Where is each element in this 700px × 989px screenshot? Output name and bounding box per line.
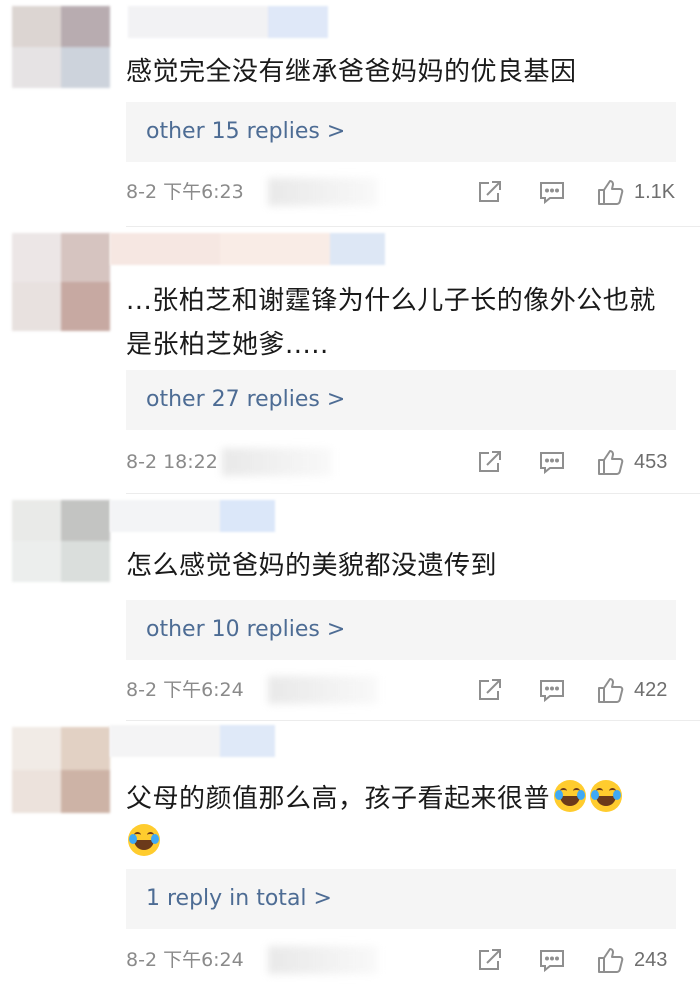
comment-meta: 8-2 下午6:24 243 [126, 940, 700, 980]
reply-button[interactable] [538, 940, 566, 980]
comment-time: 8-2 下午6:24 [126, 679, 244, 701]
view-replies-link[interactable]: other 15 replies > [126, 102, 676, 162]
username[interactable] [110, 500, 275, 532]
blurred-region [268, 676, 378, 704]
like-button[interactable]: 1.1K [596, 172, 675, 212]
face-with-tears-of-joy-emoji [554, 780, 587, 812]
comment-item: 怎么感觉爸妈的美貌都没遗传到 other 10 replies > 8-2 下午… [0, 494, 700, 720]
avatar[interactable] [12, 233, 110, 331]
comment-icon [540, 680, 564, 703]
comment-text: 怎么感觉爸妈的美貌都没遗传到 [126, 551, 498, 581]
blurred-region [268, 178, 378, 206]
username[interactable] [110, 233, 385, 265]
avatar[interactable] [12, 500, 110, 582]
avatar[interactable] [12, 6, 110, 88]
like-button[interactable]: 243 [596, 940, 667, 980]
share-icon [479, 181, 501, 202]
share-icon [479, 679, 501, 700]
reply-button[interactable] [538, 670, 566, 710]
share-button[interactable] [476, 442, 504, 482]
blurred-region [268, 946, 378, 974]
face-with-tears-of-joy-emoji [128, 824, 160, 856]
comment-text: 感觉完全没有继承爸爸妈妈的优良基因 [126, 57, 577, 87]
comment-item: ...张柏芝和谢霆锋为什么儿子长的像外公也就是张柏芝她爹..... other … [0, 227, 700, 493]
share-button[interactable] [476, 670, 504, 710]
reply-button[interactable] [538, 442, 566, 482]
comment-time: 8-2 下午6:23 [126, 181, 244, 203]
share-icon [479, 451, 501, 472]
comment-meta: 8-2 下午6:24 422 [126, 670, 700, 710]
view-replies-link[interactable]: other 10 replies > [126, 600, 676, 660]
comment-text: 父母的颜值那么高，孩子看起来很普 [126, 777, 680, 865]
comment-meta: 8-2 下午6:23 1.1K [126, 172, 700, 212]
comment-text: ...张柏芝和谢霆锋为什么儿子长的像外公也就是张柏芝她爹..... [126, 286, 656, 360]
like-button[interactable]: 422 [596, 670, 667, 710]
thumbs-up-icon [598, 678, 624, 703]
view-replies-link[interactable]: 1 reply in total > [126, 869, 676, 929]
avatar[interactable] [12, 727, 110, 813]
comment-icon [540, 182, 564, 205]
like-count: 1.1K [634, 180, 676, 203]
share-icon [479, 949, 501, 970]
comment-item: 感觉完全没有继承爸爸妈妈的优良基因 other 15 replies > 8-2… [0, 0, 700, 226]
share-button[interactable] [476, 940, 504, 980]
comment-time: 8-2 18:22 [126, 451, 218, 473]
comment-icon [540, 950, 564, 973]
comment-time: 8-2 下午6:24 [126, 949, 244, 971]
comment-item: 父母的颜值那么高，孩子看起来很普 1 reply in total > 8-2 … [0, 721, 700, 989]
like-count: 422 [634, 678, 668, 701]
like-count: 453 [634, 450, 668, 473]
like-button[interactable]: 453 [596, 442, 667, 482]
like-count: 243 [634, 948, 668, 971]
blurred-region [222, 448, 332, 476]
comment-text-body: 父母的颜值那么高，孩子看起来很普 [126, 784, 551, 814]
comment-icon [540, 452, 564, 475]
thumbs-up-icon [598, 450, 624, 475]
comment-meta: 8-2 18:22 453 [126, 442, 700, 482]
view-replies-link[interactable]: other 27 replies > [126, 370, 676, 430]
username[interactable] [128, 6, 328, 38]
share-button[interactable] [476, 172, 504, 212]
thumbs-up-icon [598, 948, 624, 973]
thumbs-up-icon [598, 180, 624, 205]
face-with-tears-of-joy-emoji [590, 780, 623, 812]
username[interactable] [110, 725, 275, 757]
reply-button[interactable] [538, 172, 566, 212]
